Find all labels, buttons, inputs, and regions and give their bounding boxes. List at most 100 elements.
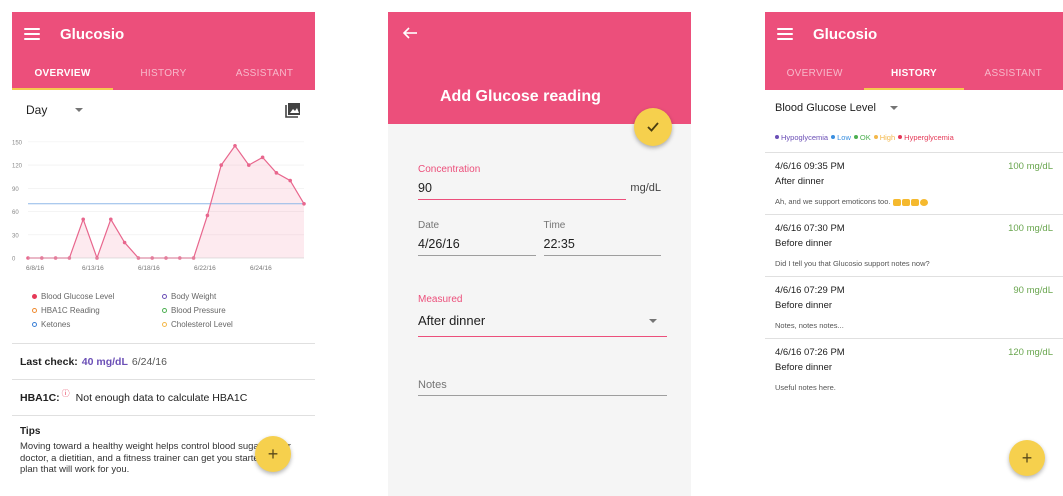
range-legend-item: High [873,132,896,142]
legend-dot-icon [831,135,836,139]
data-point [219,163,223,167]
y-tick-label: 90 [12,187,19,193]
range-legend: Hypoglycemia Low OK High Hyperglycemia [765,126,1063,148]
legend-item: HBA1C Reading [32,306,162,315]
data-point [288,178,293,183]
check-icon [647,122,659,132]
measurement-value: Blood Glucose Level [775,102,876,114]
data-point [81,217,85,222]
legend-label: High [879,132,896,142]
entry-note-row: Did I tell you that Glucosio support not… [765,249,1063,276]
data-point [205,213,210,218]
toolbar: Glucosio [765,12,1063,56]
legend-dot-icon [873,135,878,139]
date-label: Date [418,220,440,231]
app-title: Glucosio [813,25,878,43]
entry-value: 90 mg/dL [1013,285,1053,296]
hba1c-label: HBA1C: [20,391,60,404]
entry-header: 4/6/16 07:26 PM 120 mg/dL [765,339,1063,358]
entry-header: 4/6/16 09:35 PM 100 mg/dL [765,153,1063,172]
last-check-label: Last check: [20,355,78,368]
legend-label: Blood Glucose Level [41,292,115,301]
tab-history[interactable]: HISTORY [864,56,964,90]
add-reading-screen: Add Glucose reading Concentration 90 mg/… [388,12,691,496]
back-arrow-icon[interactable] [402,26,418,40]
tab-history[interactable]: HISTORY [113,56,214,90]
save-button[interactable] [634,108,672,146]
tab-assistant[interactable]: ASSISTANT [964,56,1063,90]
legend-dot-icon [898,135,903,139]
measured-label: Measured [418,294,463,305]
chart-legend: Blood Glucose Level Body Weight HBA1C Read… [12,280,315,329]
data-point [247,163,251,167]
entry-note: Useful notes here. [775,383,836,392]
legend-item: Blood Pressure [162,306,282,315]
reading-form: Concentration 90 mg/dL Date 4/26/16 Time… [388,164,691,396]
legend-label: Hyperglycemia [904,132,954,142]
menu-icon[interactable] [24,28,40,40]
legend-item: Ketones [32,320,162,329]
tab-overview[interactable]: OVERVIEW [765,56,864,90]
measured-dropdown[interactable]: After dinner [418,305,667,337]
measurement-dropdown[interactable]: Blood Glucose Level [765,90,1063,126]
range-value: Day [26,103,48,117]
info-warning-icon[interactable]: ⓘ [62,388,70,399]
unit-label: mg/dL [630,182,661,194]
range-legend-item: Hyperglycemia [898,133,954,142]
concentration-input[interactable]: 90 [418,175,627,200]
legend-label: Body Weight [171,292,217,301]
history-screen: Glucosio OVERVIEW HISTORY ASSISTANT Bloo… [765,12,1063,496]
entry-note-row: Useful notes here. [765,373,1063,400]
emoji-icon [892,198,928,206]
tab-bar: OVERVIEW HISTORY ASSISTANT [12,56,315,90]
entry-note-row: Notes, notes notes... [765,311,1063,338]
history-entry[interactable]: 4/6/16 07:26 PM 120 mg/dL Before dinner Use… [765,338,1063,400]
tab-overview[interactable]: OVERVIEW [12,56,113,90]
entry-datetime: 4/6/16 07:26 PM [775,347,845,358]
entry-value: 100 mg/dL [1008,223,1053,234]
range-dropdown[interactable]: Day [26,103,84,117]
dropdown-caret-icon [889,106,898,110]
series-area [28,145,304,258]
legend-label: Blood Pressure [171,306,226,315]
date-input[interactable]: 4/26/16 [418,231,536,256]
add-reading-fab[interactable]: + [255,436,291,472]
measured-value: After dinner [418,313,486,328]
entry-note: Did I tell you that Glucosio support not… [775,259,930,268]
add-reading-fab[interactable]: + [1009,440,1045,476]
last-check-date: 6/24/16 [131,355,167,368]
entry-note-row: Ah, and we support emoticons too. [765,187,1063,214]
x-tick-label: 6/18/16 [138,265,160,272]
hba1c-row: HBA1C: ⓘ Not enough data to calculate HB… [12,379,315,415]
y-tick-label: 30 [12,233,19,239]
plus-icon: + [267,443,279,464]
data-point [302,202,306,206]
tab-assistant[interactable]: ASSISTANT [214,56,315,90]
legend-label: Ketones [41,320,71,329]
legend-dot-icon [162,294,167,299]
legend-item: Blood Glucose Level [32,292,162,301]
legend-label: HBA1C Reading [41,306,100,315]
entry-datetime: 4/6/16 09:35 PM [775,161,845,172]
page-title: Add Glucose reading [440,88,601,105]
legend-label: Hypoglycemia [781,132,829,142]
time-input[interactable]: 22:35 [543,231,661,256]
concentration-label: Concentration [418,164,481,175]
history-entry[interactable]: 4/6/16 07:29 PM 90 mg/dL Before dinner Note… [765,276,1063,338]
legend-dot-icon [162,308,167,313]
notes-input[interactable]: Notes [418,379,667,396]
y-tick-label: 0 [12,257,16,263]
entry-note: Ah, and we support emoticons too. [775,197,891,206]
last-check-row: Last check: 40 mg/dL 6/24/16 [12,343,315,379]
data-point [233,143,237,148]
history-entry[interactable]: 4/6/16 07:30 PM 100 mg/dL Before dinner Did… [765,214,1063,276]
gallery-icon[interactable] [285,102,301,118]
entry-meal: After dinner [775,176,825,187]
dropdown-caret-icon [649,318,657,323]
x-tick-label: 6/22/16 [194,265,216,272]
tips-text: Moving toward a healthy weight helps con… [20,441,291,475]
legend-label: Cholesterol Level [171,320,233,329]
history-entry[interactable]: 4/6/16 09:35 PM 100 mg/dL After dinner Ah, … [765,152,1063,214]
data-point [260,155,265,160]
menu-icon[interactable] [777,28,793,40]
